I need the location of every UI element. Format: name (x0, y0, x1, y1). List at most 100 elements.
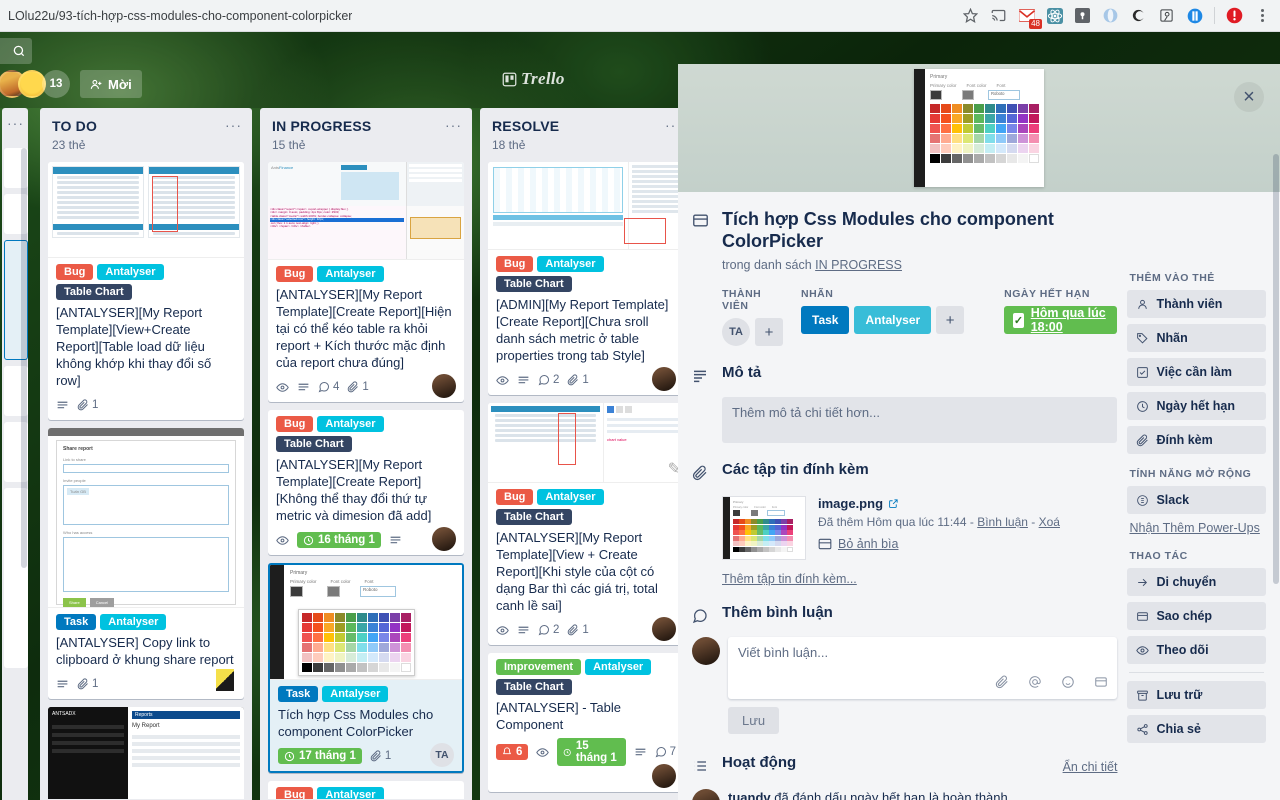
comment-input[interactable]: Viết bình luận... (728, 637, 1118, 699)
card-icon[interactable] (1094, 675, 1108, 692)
profile-extension-icon[interactable] (1226, 7, 1243, 24)
label-bug[interactable]: Bug (56, 264, 94, 280)
description-input[interactable]: Thêm mô tả chi tiết hơn... (722, 397, 1118, 443)
label-antalyser[interactable]: Antalyser (317, 787, 384, 799)
lastpass-icon[interactable] (1074, 7, 1091, 24)
remove-cover-button[interactable]: Bỏ ảnh bìa (818, 537, 1117, 551)
add-checklist-button[interactable]: Việc cần làm (1127, 358, 1266, 386)
list-link[interactable]: IN PROGRESS (815, 258, 902, 272)
invite-button[interactable]: Mời (80, 70, 142, 98)
search-input[interactable] (0, 38, 32, 64)
label-antalyser[interactable]: Antalyser (585, 659, 652, 675)
label-bug[interactable]: Bug (496, 256, 534, 272)
card[interactable]: Improvement Antalyser Table Chart [ANTAL… (488, 653, 684, 792)
list-menu-icon[interactable]: ··· (225, 118, 242, 132)
due-complete-checkbox[interactable]: ✓ (1013, 312, 1024, 328)
member-avatar[interactable]: TA (722, 318, 750, 346)
star-icon[interactable] (962, 7, 979, 24)
card[interactable]: AntsFinance <div class="report"><span> .… (268, 162, 464, 402)
alert-badge[interactable]: 6 (496, 744, 529, 760)
list-title[interactable]: RESOLVE (492, 118, 682, 134)
list-title[interactable]: IN PROGRESS (272, 118, 462, 134)
add-due-date-button[interactable]: Ngày hết hạn (1127, 392, 1266, 420)
due-date-button[interactable]: ✓ Hôm qua lúc 18:00 (1004, 306, 1118, 334)
move-card-button[interactable]: Di chuyển (1127, 568, 1266, 596)
mention-icon[interactable] (1028, 675, 1042, 692)
label-table-chart[interactable]: Table Chart (496, 509, 572, 525)
watch-card-button[interactable]: Theo dõi (1127, 636, 1266, 664)
label-bug[interactable]: Bug (496, 489, 534, 505)
card[interactable]: Bug Antalyser Table Chart [ANTALYSER][My… (268, 410, 464, 555)
opera-icon[interactable] (1102, 7, 1119, 24)
attachment-thumbnail[interactable]: Primary Primary color Font color Font (722, 496, 806, 560)
label-antalyser[interactable]: Antalyser (317, 266, 384, 282)
label-antalyser[interactable]: Antalyser (854, 306, 932, 334)
address-bar[interactable]: LOlu22u/93-tích-hợp-css-modules-cho-comp… (8, 9, 352, 23)
add-attachment-link[interactable]: Thêm tập tin đính kèm... (722, 572, 1117, 586)
close-icon[interactable]: × (1234, 82, 1264, 112)
due-date-badge[interactable]: 17 tháng 1 (278, 748, 362, 764)
cast-icon[interactable] (990, 7, 1007, 24)
add-label-button[interactable]: Nhãn (1127, 324, 1266, 352)
label-bug[interactable]: Bug (276, 416, 314, 432)
avatar[interactable] (652, 764, 676, 788)
trello-logo[interactable]: Trello (502, 69, 565, 89)
label-task[interactable]: Task (801, 306, 850, 334)
avatar[interactable] (432, 374, 456, 398)
activity-user[interactable]: tuandv (728, 790, 771, 800)
hide-details-link[interactable]: Ẩn chi tiết (1063, 760, 1118, 774)
card[interactable]: Share report Link to share Invite people… (48, 428, 244, 699)
add-attachment-button[interactable]: Đính kèm (1127, 426, 1266, 454)
modal-scrollbar[interactable] (1273, 154, 1279, 584)
avatar[interactable] (652, 367, 676, 391)
gmail-icon[interactable]: 48 (1018, 7, 1042, 29)
avatar[interactable]: TA (430, 743, 454, 767)
emoji-icon[interactable] (1061, 675, 1075, 692)
label-bug[interactable]: Bug (276, 787, 314, 799)
card[interactable]: Bug Antalyser Table Chart [ADMIN][My Rep… (488, 162, 684, 395)
card[interactable]: Bug Antalyser Table Chart [ANTALYSER][My… (268, 781, 464, 799)
attachment-name[interactable]: image.png (818, 496, 1117, 511)
avatar[interactable] (652, 617, 676, 641)
cover-image[interactable]: Primary Primary color Font color Font Robo… (914, 69, 1044, 187)
add-member-button[interactable]: Thành viên (1127, 290, 1266, 318)
member-count-badge[interactable]: 13 (42, 70, 70, 98)
react-devtools-icon[interactable] (1046, 7, 1063, 24)
card[interactable]: Bug Antalyser Table Chart [ANTALYSER][My… (48, 162, 244, 420)
evernote-icon[interactable] (1158, 7, 1175, 24)
archive-card-button[interactable]: Lưu trữ (1127, 681, 1266, 709)
label-antalyser[interactable]: Antalyser (322, 686, 389, 702)
list-menu-icon[interactable]: ··· (445, 118, 462, 132)
attachment-comment-link[interactable]: Bình luận (977, 515, 1028, 529)
label-table-chart[interactable]: Table Chart (496, 679, 572, 695)
label-table-chart[interactable]: Table Chart (276, 436, 352, 452)
copy-card-button[interactable]: Sao chép (1127, 602, 1266, 630)
card[interactable]: chart value ✎ Bug Antalyser Table Chart … (488, 403, 684, 645)
add-member-button[interactable]: + (755, 318, 783, 346)
label-improvement[interactable]: Improvement (496, 659, 582, 675)
avatar[interactable] (432, 527, 456, 551)
attachment-icon[interactable] (995, 675, 1009, 692)
label-antalyser[interactable]: Antalyser (100, 614, 167, 630)
save-comment-button[interactable]: Lưu (728, 707, 780, 734)
label-antalyser[interactable]: Antalyser (537, 489, 604, 505)
card[interactable]: ANTSADX Reports My Report (48, 707, 244, 799)
slack-power-up-button[interactable]: Slack (1127, 486, 1266, 514)
due-date-badge[interactable]: 16 tháng 1 (297, 532, 381, 548)
card-detail-title[interactable]: Tích hợp Css Modules cho component Color… (722, 208, 1117, 252)
attachment-delete-link[interactable]: Xoá (1039, 515, 1060, 529)
label-antalyser[interactable]: Antalyser (97, 264, 164, 280)
card-selected[interactable]: Primary Primary color Font color Font Robo… (268, 563, 464, 773)
crescent-icon[interactable] (1130, 7, 1147, 24)
label-table-chart[interactable]: Table Chart (496, 276, 572, 292)
label-task[interactable]: Task (278, 686, 319, 702)
list-title[interactable]: TO DO (52, 118, 242, 134)
add-label-button[interactable]: + (936, 306, 965, 334)
label-antalyser[interactable]: Antalyser (317, 416, 384, 432)
label-antalyser[interactable]: Antalyser (537, 256, 604, 272)
chrome-menu-icon[interactable] (1254, 7, 1271, 24)
label-bug[interactable]: Bug (276, 266, 314, 282)
get-power-ups-link[interactable]: Nhận Thêm Power-Ups (1129, 520, 1266, 536)
label-task[interactable]: Task (56, 614, 97, 630)
due-date-badge[interactable]: 15 tháng 1 (557, 738, 626, 766)
